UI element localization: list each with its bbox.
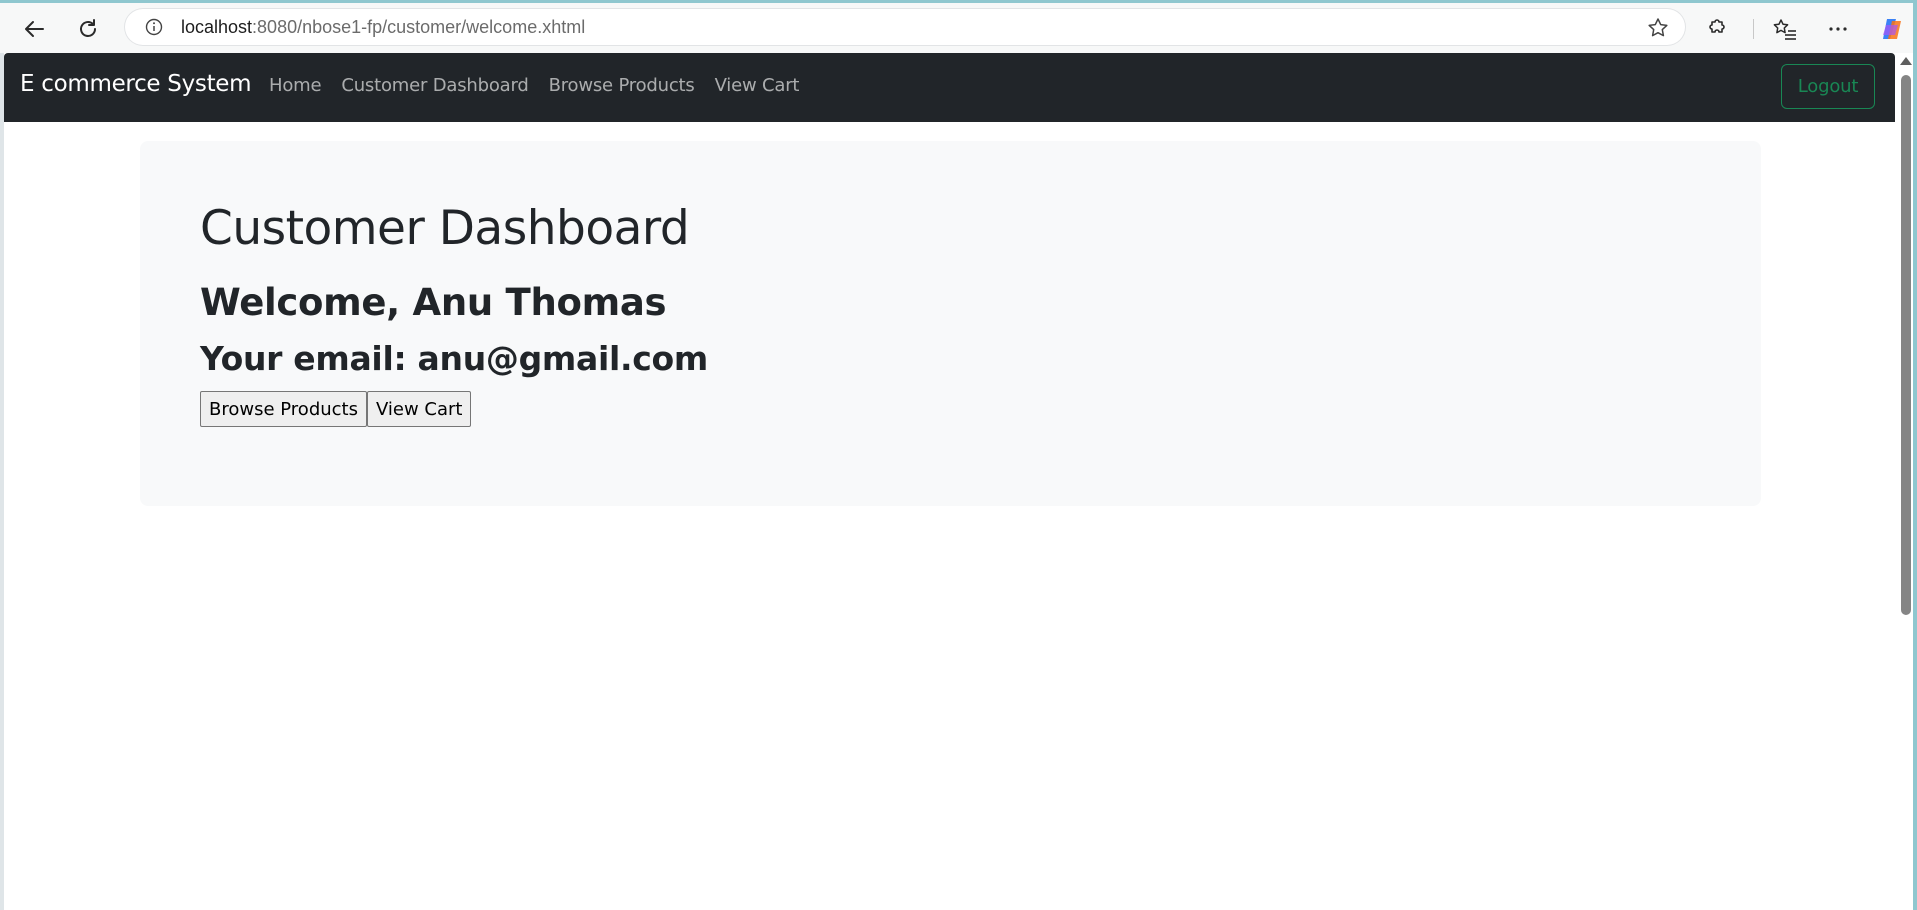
url-path: :8080/nbose1-fp/customer/welcome.xhtml bbox=[252, 16, 586, 37]
more-menu-icon[interactable] bbox=[1826, 11, 1850, 47]
navbar-brand[interactable]: E commerce System bbox=[20, 71, 252, 97]
email-heading: Your email: anu@gmail.com bbox=[200, 339, 708, 378]
top-navbar: E commerce System Home Customer Dashboar… bbox=[4, 53, 1895, 122]
toolbar-divider bbox=[1753, 19, 1754, 39]
nav-link-view-cart[interactable]: View Cart bbox=[715, 75, 800, 96]
scroll-up-arrow-icon[interactable] bbox=[1900, 57, 1912, 65]
site-info-icon[interactable] bbox=[145, 18, 163, 36]
refresh-icon[interactable] bbox=[70, 11, 106, 47]
copilot-icon[interactable] bbox=[1878, 11, 1906, 47]
dashboard-panel: Customer Dashboard Welcome, Anu Thomas Y… bbox=[140, 141, 1761, 506]
extensions-icon[interactable] bbox=[1704, 11, 1728, 47]
nav-links: Home Customer Dashboard Browse Products … bbox=[269, 75, 799, 96]
url-host: localhost bbox=[181, 16, 253, 37]
browse-products-button[interactable]: Browse Products bbox=[200, 391, 367, 427]
browser-toolbar: localhost:8080/nbose1-fp/customer/welcom… bbox=[0, 0, 1917, 53]
back-arrow-icon[interactable] bbox=[16, 11, 52, 47]
action-buttons: Browse Products View Cart bbox=[200, 391, 472, 427]
page-viewport: E commerce System Home Customer Dashboar… bbox=[4, 53, 1895, 910]
nav-link-browse-products[interactable]: Browse Products bbox=[549, 75, 695, 96]
nav-link-home[interactable]: Home bbox=[269, 75, 322, 96]
welcome-heading: Welcome, Anu Thomas bbox=[200, 281, 667, 324]
url-text[interactable]: localhost:8080/nbose1-fp/customer/welcom… bbox=[181, 17, 585, 38]
favorites-list-icon[interactable] bbox=[1772, 11, 1798, 47]
view-cart-button[interactable]: View Cart bbox=[366, 391, 472, 427]
page-title: Customer Dashboard bbox=[200, 201, 690, 256]
logout-button[interactable]: Logout bbox=[1781, 64, 1875, 109]
window-frame-edge bbox=[1913, 0, 1917, 910]
scroll-thumb[interactable] bbox=[1901, 75, 1911, 615]
address-bar[interactable]: localhost:8080/nbose1-fp/customer/welcom… bbox=[125, 9, 1685, 45]
favorite-star-icon[interactable] bbox=[1647, 17, 1669, 44]
nav-link-customer-dashboard[interactable]: Customer Dashboard bbox=[341, 75, 528, 96]
